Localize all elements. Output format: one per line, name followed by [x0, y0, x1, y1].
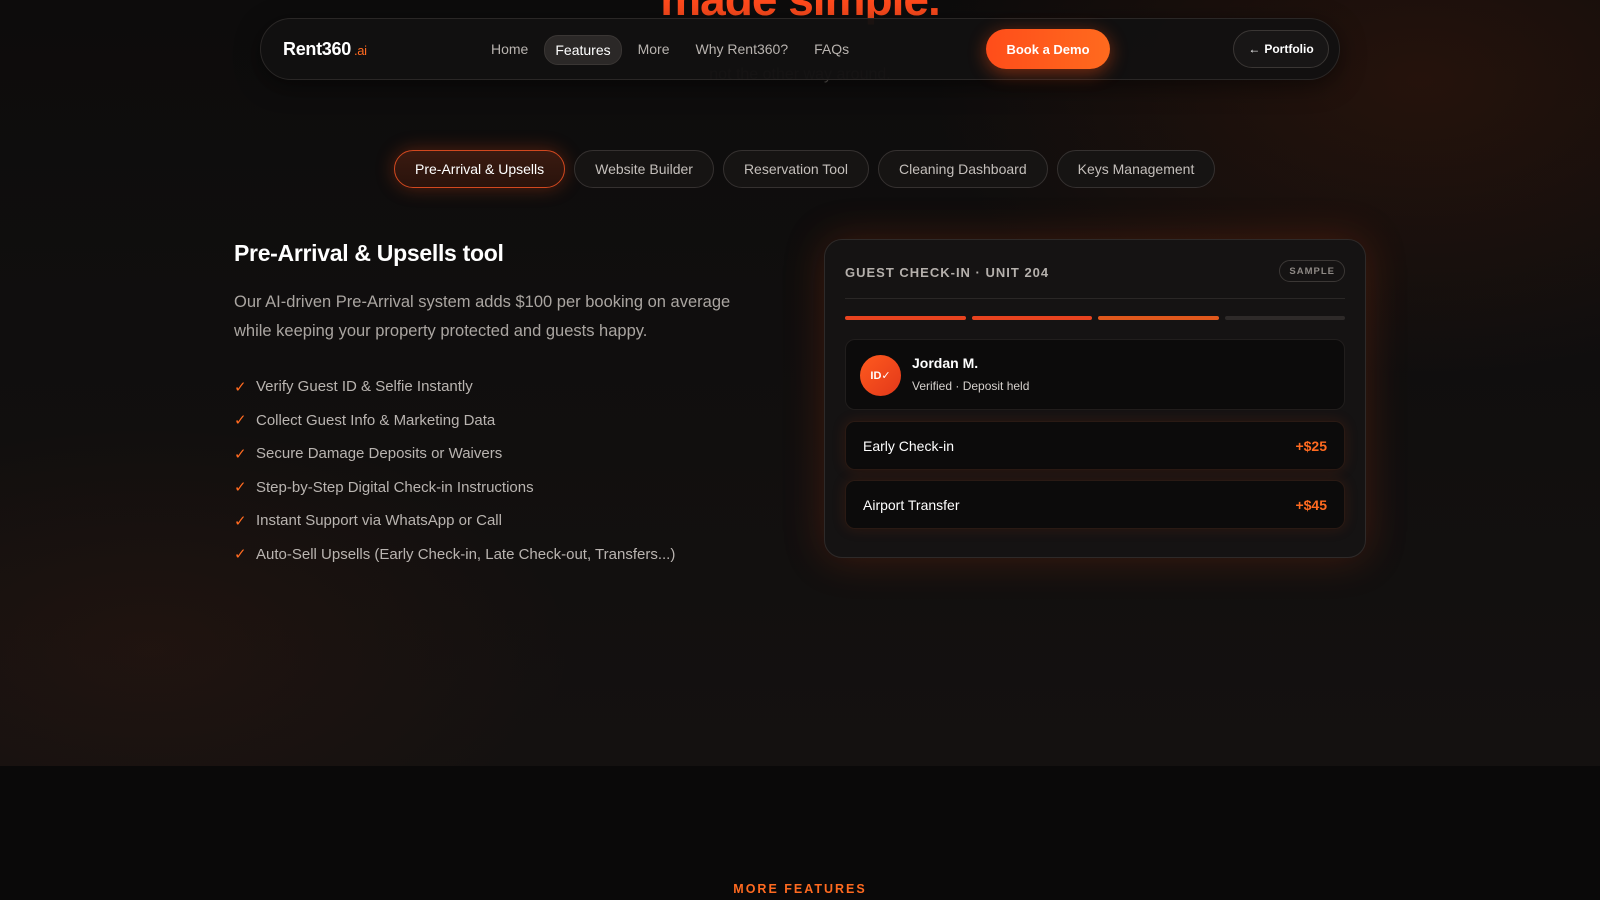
portfolio-label: Portfolio	[1264, 42, 1314, 56]
list-item: ✓ Secure Damage Deposits or Waivers	[234, 437, 675, 471]
list-item: ✓ Auto-Sell Upsells (Early Check-in, Late…	[234, 538, 675, 572]
nav-links: Home Features More Why Rent360? FAQs	[481, 35, 859, 65]
list-item: ✓ Verify Guest ID & Selfie Instantly	[234, 370, 675, 404]
checkmark-icon: ✓	[234, 512, 247, 530]
upsell-price: +$45	[1295, 497, 1327, 513]
portfolio-button[interactable]: ← Portfolio	[1233, 30, 1329, 68]
nav-link-home[interactable]: Home	[481, 35, 538, 65]
book-demo-button[interactable]: Book a Demo	[986, 29, 1110, 69]
tab-keys-management[interactable]: Keys Management	[1056, 150, 1216, 188]
feature-tabs: Pre-Arrival & Upsells Website Builder Re…	[394, 150, 1216, 188]
guest-name: Jordan M.	[912, 355, 979, 371]
list-item: ✓ Step-by-Step Digital Check-in Instructi…	[234, 471, 675, 505]
list-item-label: Verify Guest ID & Selfie Instantly	[256, 378, 473, 396]
feature-title: Pre-Arrival & Upsells tool	[234, 240, 504, 266]
upsell-airport-transfer[interactable]: Airport Transfer +$45	[845, 480, 1345, 529]
tab-pre-arrival-upsells[interactable]: Pre-Arrival & Upsells	[394, 150, 566, 188]
upsell-early-checkin[interactable]: Early Check-in +$25	[845, 421, 1345, 470]
sample-badge: SAMPLE	[1279, 260, 1345, 282]
id-verified-icon: ID✓	[860, 355, 901, 396]
list-item: ✓ Collect Guest Info & Marketing Data	[234, 404, 675, 438]
upsell-price: +$25	[1295, 438, 1327, 454]
tab-website-builder[interactable]: Website Builder	[574, 150, 714, 188]
checkmark-icon: ✓	[234, 479, 247, 497]
more-features-eyebrow: MORE FEATURES	[733, 882, 867, 896]
checkmark-icon: ✓	[234, 378, 247, 396]
list-item-label: Step-by-Step Digital Check-in Instructio…	[256, 478, 534, 496]
nav-link-faqs[interactable]: FAQs	[804, 35, 859, 65]
checkmark-icon: ✓	[234, 412, 247, 430]
brand-suffix: .ai	[353, 43, 367, 58]
guest-checkin-card: GUEST CHECK-IN · UNIT 204 SAMPLE ID✓ Jor…	[824, 239, 1366, 558]
checkin-progress	[845, 316, 1345, 320]
upsell-label: Airport Transfer	[863, 497, 960, 513]
nav-link-more[interactable]: More	[628, 35, 680, 65]
tab-cleaning-dashboard[interactable]: Cleaning Dashboard	[877, 150, 1048, 188]
card-divider	[845, 298, 1345, 299]
top-navbar: Rent360 .ai Home Features More Why Rent36…	[260, 18, 1340, 80]
guest-status: Verified · Deposit held	[912, 379, 1030, 393]
feature-checklist: ✓ Verify Guest ID & Selfie Instantly ✓ Col…	[234, 370, 675, 571]
nav-link-why-rent360[interactable]: Why Rent360?	[686, 35, 799, 65]
list-item-label: Instant Support via WhatsApp or Call	[256, 512, 502, 530]
more-features-section	[0, 766, 1600, 900]
nav-link-features[interactable]: Features	[544, 35, 622, 65]
list-item-label: Auto-Sell Upsells (Early Check-in, Late …	[256, 545, 676, 563]
card-title: GUEST CHECK-IN · UNIT 204	[845, 265, 1050, 280]
list-item-label: Collect Guest Info & Marketing Data	[256, 411, 496, 429]
brand-logo[interactable]: Rent360 .ai	[283, 39, 367, 60]
progress-step	[971, 316, 1092, 320]
tab-reservation-tool[interactable]: Reservation Tool	[722, 150, 869, 188]
progress-step	[1098, 316, 1219, 320]
progress-step	[845, 316, 966, 320]
list-item: ✓ Instant Support via WhatsApp or Call	[234, 504, 675, 538]
arrow-left-icon: ←	[1248, 42, 1261, 56]
checkmark-icon: ✓	[234, 546, 247, 564]
checkmark-icon: ✓	[234, 445, 247, 463]
feature-description: Our AI-driven Pre-Arrival system adds $1…	[234, 293, 731, 340]
brand-name: Rent360	[283, 39, 351, 59]
upsell-label: Early Check-in	[863, 438, 955, 454]
list-item-label: Secure Damage Deposits or Waivers	[256, 445, 503, 463]
guest-row: ID✓ Jordan M. Verified · Deposit held	[845, 339, 1345, 410]
progress-step	[1224, 316, 1345, 320]
